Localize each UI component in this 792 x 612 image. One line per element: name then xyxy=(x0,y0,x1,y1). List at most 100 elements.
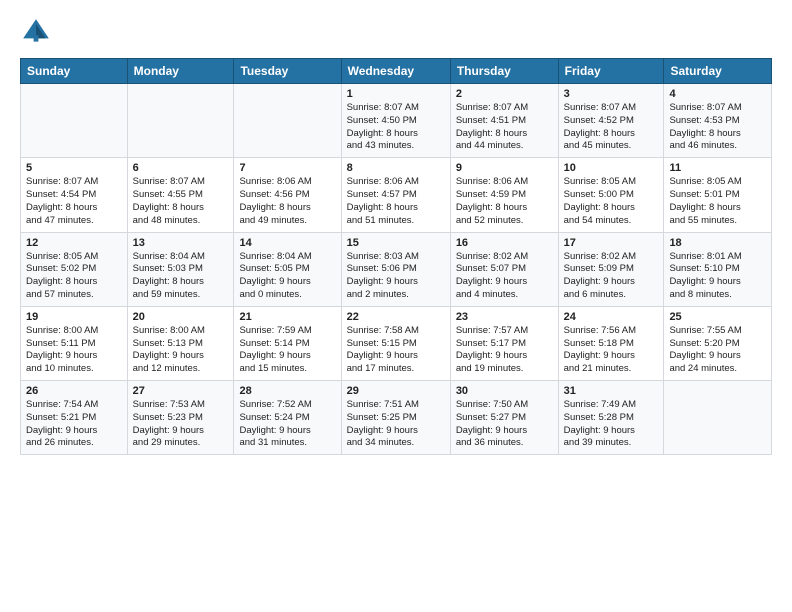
day-info: Sunrise: 8:02 AM Sunset: 5:09 PM Dayligh… xyxy=(564,251,659,302)
day-cell: 29 Sunrise: 7:51 AM Sunset: 5:25 PM Dayli… xyxy=(341,381,450,455)
day-info: Sunrise: 7:59 AM Sunset: 5:14 PM Dayligh… xyxy=(239,325,335,376)
day-info: Sunrise: 7:57 AM Sunset: 5:17 PM Dayligh… xyxy=(456,325,553,376)
day-cell: 3 Sunrise: 8:07 AM Sunset: 4:52 PM Daylig… xyxy=(558,84,664,158)
day-number: 13 xyxy=(133,237,229,249)
logo xyxy=(20,16,56,48)
day-info: Sunrise: 7:52 AM Sunset: 5:24 PM Dayligh… xyxy=(239,399,335,450)
day-info: Sunrise: 8:05 AM Sunset: 5:01 PM Dayligh… xyxy=(669,176,766,227)
day-number: 16 xyxy=(456,237,553,249)
week-row-5: 26 Sunrise: 7:54 AM Sunset: 5:21 PM Dayli… xyxy=(21,381,772,455)
day-number: 28 xyxy=(239,385,335,397)
weekday-header-saturday: Saturday xyxy=(664,59,772,84)
day-info: Sunrise: 8:04 AM Sunset: 5:05 PM Dayligh… xyxy=(239,251,335,302)
day-number: 1 xyxy=(347,88,445,100)
calendar-header: SundayMondayTuesdayWednesdayThursdayFrid… xyxy=(21,59,772,84)
day-info: Sunrise: 7:53 AM Sunset: 5:23 PM Dayligh… xyxy=(133,399,229,450)
day-info: Sunrise: 8:07 AM Sunset: 4:51 PM Dayligh… xyxy=(456,102,553,153)
day-number: 14 xyxy=(239,237,335,249)
day-number: 27 xyxy=(133,385,229,397)
day-cell: 20 Sunrise: 8:00 AM Sunset: 5:13 PM Dayli… xyxy=(127,306,234,380)
day-cell: 6 Sunrise: 8:07 AM Sunset: 4:55 PM Daylig… xyxy=(127,158,234,232)
day-cell xyxy=(234,84,341,158)
day-cell: 30 Sunrise: 7:50 AM Sunset: 5:27 PM Dayli… xyxy=(450,381,558,455)
day-cell xyxy=(21,84,128,158)
day-info: Sunrise: 8:01 AM Sunset: 5:10 PM Dayligh… xyxy=(669,251,766,302)
day-cell: 15 Sunrise: 8:03 AM Sunset: 5:06 PM Dayli… xyxy=(341,232,450,306)
day-cell: 10 Sunrise: 8:05 AM Sunset: 5:00 PM Dayli… xyxy=(558,158,664,232)
day-number: 21 xyxy=(239,311,335,323)
day-number: 3 xyxy=(564,88,659,100)
weekday-header-monday: Monday xyxy=(127,59,234,84)
day-number: 19 xyxy=(26,311,122,323)
day-cell: 4 Sunrise: 8:07 AM Sunset: 4:53 PM Daylig… xyxy=(664,84,772,158)
day-cell: 16 Sunrise: 8:02 AM Sunset: 5:07 PM Dayli… xyxy=(450,232,558,306)
day-cell: 24 Sunrise: 7:56 AM Sunset: 5:18 PM Dayli… xyxy=(558,306,664,380)
day-cell: 18 Sunrise: 8:01 AM Sunset: 5:10 PM Dayli… xyxy=(664,232,772,306)
day-number: 30 xyxy=(456,385,553,397)
weekday-header-thursday: Thursday xyxy=(450,59,558,84)
day-cell: 27 Sunrise: 7:53 AM Sunset: 5:23 PM Dayli… xyxy=(127,381,234,455)
day-number: 7 xyxy=(239,162,335,174)
weekday-header-friday: Friday xyxy=(558,59,664,84)
day-cell: 26 Sunrise: 7:54 AM Sunset: 5:21 PM Dayli… xyxy=(21,381,128,455)
day-info: Sunrise: 8:06 AM Sunset: 4:59 PM Dayligh… xyxy=(456,176,553,227)
day-cell: 1Sunrise: 8:07 AM Sunset: 4:50 PM Daylig… xyxy=(341,84,450,158)
day-number: 10 xyxy=(564,162,659,174)
day-cell: 23 Sunrise: 7:57 AM Sunset: 5:17 PM Dayli… xyxy=(450,306,558,380)
day-info: Sunrise: 8:07 AM Sunset: 4:55 PM Dayligh… xyxy=(133,176,229,227)
day-cell: 28 Sunrise: 7:52 AM Sunset: 5:24 PM Dayli… xyxy=(234,381,341,455)
day-info: Sunrise: 7:50 AM Sunset: 5:27 PM Dayligh… xyxy=(456,399,553,450)
logo-icon xyxy=(20,16,52,48)
day-cell: 21 Sunrise: 7:59 AM Sunset: 5:14 PM Dayli… xyxy=(234,306,341,380)
day-info: Sunrise: 8:04 AM Sunset: 5:03 PM Dayligh… xyxy=(133,251,229,302)
day-number: 20 xyxy=(133,311,229,323)
weekday-header-wednesday: Wednesday xyxy=(341,59,450,84)
day-info: Sunrise: 8:03 AM Sunset: 5:06 PM Dayligh… xyxy=(347,251,445,302)
day-cell: 11 Sunrise: 8:05 AM Sunset: 5:01 PM Dayli… xyxy=(664,158,772,232)
calendar: SundayMondayTuesdayWednesdayThursdayFrid… xyxy=(20,58,772,455)
day-number: 11 xyxy=(669,162,766,174)
day-info: Sunrise: 8:00 AM Sunset: 5:13 PM Dayligh… xyxy=(133,325,229,376)
day-cell: 14 Sunrise: 8:04 AM Sunset: 5:05 PM Dayli… xyxy=(234,232,341,306)
day-number: 29 xyxy=(347,385,445,397)
day-cell: 12Sunrise: 8:05 AM Sunset: 5:02 PM Dayli… xyxy=(21,232,128,306)
weekday-header-sunday: Sunday xyxy=(21,59,128,84)
day-number: 9 xyxy=(456,162,553,174)
week-row-1: 1Sunrise: 8:07 AM Sunset: 4:50 PM Daylig… xyxy=(21,84,772,158)
day-info: Sunrise: 8:00 AM Sunset: 5:11 PM Dayligh… xyxy=(26,325,122,376)
day-number: 22 xyxy=(347,311,445,323)
day-info: Sunrise: 8:07 AM Sunset: 4:52 PM Dayligh… xyxy=(564,102,659,153)
day-cell: 17Sunrise: 8:02 AM Sunset: 5:09 PM Dayli… xyxy=(558,232,664,306)
day-info: Sunrise: 8:02 AM Sunset: 5:07 PM Dayligh… xyxy=(456,251,553,302)
day-info: Sunrise: 8:06 AM Sunset: 4:57 PM Dayligh… xyxy=(347,176,445,227)
day-number: 18 xyxy=(669,237,766,249)
day-number: 4 xyxy=(669,88,766,100)
day-cell: 2 Sunrise: 8:07 AM Sunset: 4:51 PM Daylig… xyxy=(450,84,558,158)
day-info: Sunrise: 8:05 AM Sunset: 5:02 PM Dayligh… xyxy=(26,251,122,302)
day-number: 24 xyxy=(564,311,659,323)
day-cell xyxy=(664,381,772,455)
week-row-4: 19 Sunrise: 8:00 AM Sunset: 5:11 PM Dayli… xyxy=(21,306,772,380)
day-info: Sunrise: 7:55 AM Sunset: 5:20 PM Dayligh… xyxy=(669,325,766,376)
day-number: 26 xyxy=(26,385,122,397)
day-cell: 13 Sunrise: 8:04 AM Sunset: 5:03 PM Dayli… xyxy=(127,232,234,306)
day-info: Sunrise: 8:06 AM Sunset: 4:56 PM Dayligh… xyxy=(239,176,335,227)
day-number: 5 xyxy=(26,162,122,174)
day-info: Sunrise: 7:54 AM Sunset: 5:21 PM Dayligh… xyxy=(26,399,122,450)
day-info: Sunrise: 8:07 AM Sunset: 4:53 PM Dayligh… xyxy=(669,102,766,153)
day-info: Sunrise: 8:07 AM Sunset: 4:54 PM Dayligh… xyxy=(26,176,122,227)
day-info: Sunrise: 8:05 AM Sunset: 5:00 PM Dayligh… xyxy=(564,176,659,227)
day-number: 15 xyxy=(347,237,445,249)
calendar-body: 1Sunrise: 8:07 AM Sunset: 4:50 PM Daylig… xyxy=(21,84,772,455)
day-number: 6 xyxy=(133,162,229,174)
day-cell: 9 Sunrise: 8:06 AM Sunset: 4:59 PM Daylig… xyxy=(450,158,558,232)
day-cell: 31Sunrise: 7:49 AM Sunset: 5:28 PM Dayli… xyxy=(558,381,664,455)
day-cell: 19 Sunrise: 8:00 AM Sunset: 5:11 PM Dayli… xyxy=(21,306,128,380)
day-cell: 8Sunrise: 8:06 AM Sunset: 4:57 PM Daylig… xyxy=(341,158,450,232)
day-number: 2 xyxy=(456,88,553,100)
day-number: 23 xyxy=(456,311,553,323)
page: SundayMondayTuesdayWednesdayThursdayFrid… xyxy=(0,0,792,475)
day-info: Sunrise: 7:56 AM Sunset: 5:18 PM Dayligh… xyxy=(564,325,659,376)
day-number: 25 xyxy=(669,311,766,323)
day-info: Sunrise: 7:51 AM Sunset: 5:25 PM Dayligh… xyxy=(347,399,445,450)
